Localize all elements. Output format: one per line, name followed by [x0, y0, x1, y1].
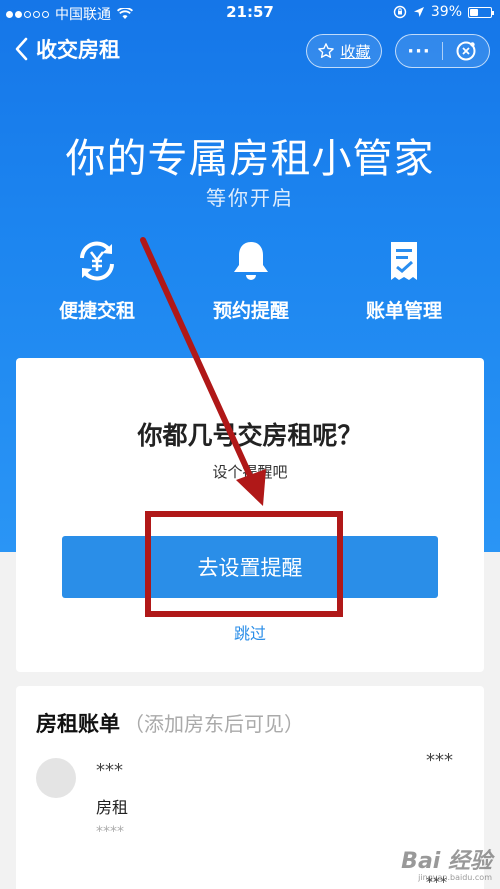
status-right: 39% — [393, 4, 494, 20]
nav-bar: 收交房租 收藏 ··· — [0, 30, 500, 74]
bill-amount: *** — [426, 750, 453, 771]
feature-label: 账单管理 — [365, 300, 442, 322]
avatar — [36, 758, 76, 798]
orientation-lock-icon — [393, 5, 407, 19]
reminder-card: 你都几号交房租呢？ 设个提醒吧 去设置提醒 跳过 — [16, 358, 484, 672]
favorite-label: 收藏 — [340, 42, 371, 61]
hero-subtitle: 等你开启 — [206, 186, 294, 210]
skip-link[interactable]: 跳过 — [16, 620, 484, 644]
battery-percent: 39% — [430, 4, 462, 20]
reminder-hint: 设个提醒吧 — [212, 463, 288, 481]
watermark-logo: Bai 经验 — [401, 849, 492, 875]
close-button[interactable] — [443, 40, 489, 62]
favorite-button[interactable]: 收藏 — [306, 34, 382, 68]
bell-icon — [234, 242, 268, 280]
landlord-name: *** — [96, 760, 123, 781]
more-button[interactable]: ··· — [396, 41, 442, 62]
page-title: 收交房租 — [36, 38, 120, 62]
reminder-question: 你都几号交房租呢？ — [137, 421, 363, 450]
yen-exchange-icon — [80, 241, 114, 281]
star-icon — [318, 43, 335, 58]
feature-label: 预约提醒 — [212, 300, 289, 322]
bill-date: **** — [96, 824, 124, 840]
bill-header: 房租账单 （添加房东后可见） — [36, 708, 304, 738]
back-button[interactable]: 收交房租 — [14, 34, 120, 64]
feature-reminder[interactable]: 预约提醒 — [181, 238, 321, 323]
next-bill-amount: *** — [426, 875, 447, 889]
feature-label: 便捷交租 — [58, 300, 135, 322]
feature-easy-pay[interactable]: 便捷交租 — [27, 238, 167, 323]
close-circle-icon — [456, 41, 476, 61]
battery-level-fill — [470, 8, 478, 16]
hero-title: 你的专属房租小管家 — [65, 136, 435, 182]
location-arrow-icon — [413, 7, 424, 17]
bill-kind: 房租 — [96, 798, 129, 817]
chevron-left-icon — [15, 37, 28, 61]
feature-bill-management[interactable]: 账单管理 — [334, 238, 474, 323]
bill-title: 房租账单 — [36, 712, 120, 736]
set-reminder-button[interactable]: 去设置提醒 — [62, 536, 438, 598]
battery-icon — [468, 6, 494, 18]
status-bar: 中国联通 21:57 39% — [0, 0, 500, 26]
miniapp-capsule: ··· — [395, 34, 490, 68]
bill-check-icon — [391, 242, 417, 280]
bill-hint: （添加房东后可见） — [124, 712, 304, 736]
feature-row: 便捷交租 预约提醒 账单管理 — [0, 238, 500, 328]
